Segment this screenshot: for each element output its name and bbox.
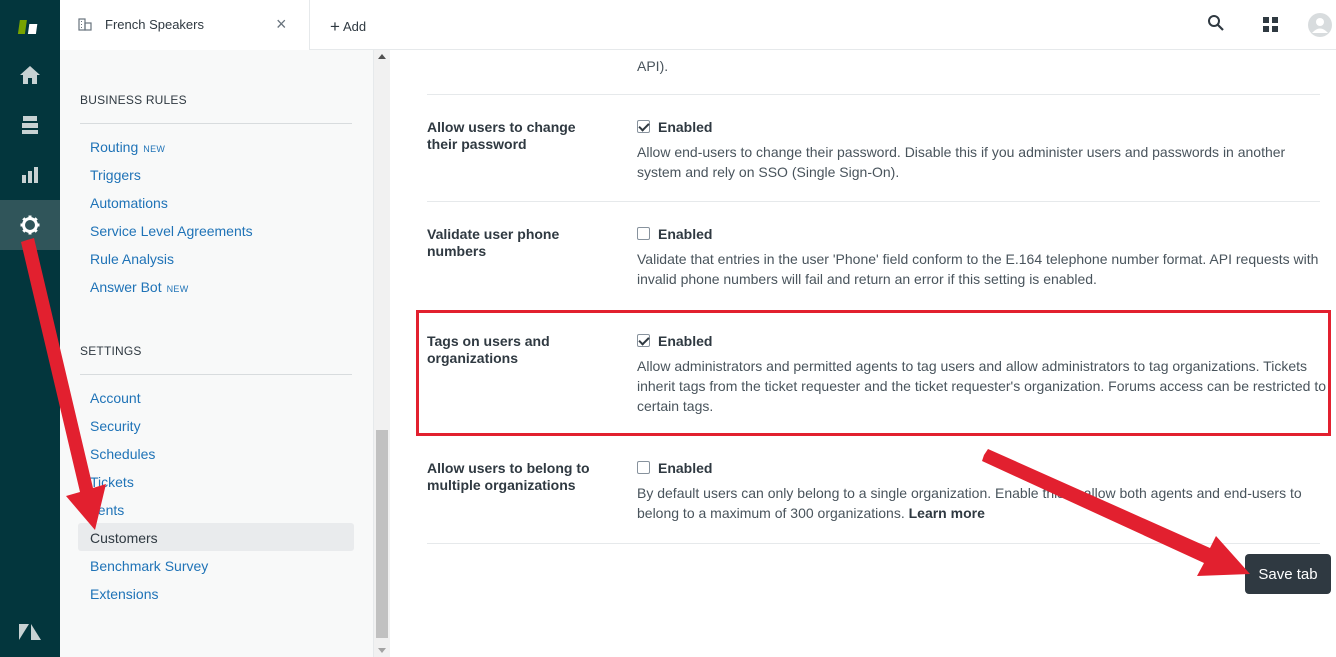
sidebar-item-customers[interactable]: Customers xyxy=(90,530,158,546)
checkbox-label[interactable]: Enabled xyxy=(658,460,712,476)
learn-more-link[interactable]: Learn more xyxy=(909,505,985,521)
sidebar-item-agents[interactable]: gents xyxy=(90,502,124,518)
customers-settings-panel: API). Allow users to change their passwo… xyxy=(390,50,1336,657)
setting-label-change-password: Allow users to change their password xyxy=(427,119,576,152)
close-icon[interactable]: × xyxy=(276,14,287,35)
organization-icon xyxy=(78,17,92,36)
checkbox-label[interactable]: Enabled xyxy=(658,226,712,242)
sidebar-item-answer-bot[interactable]: Answer Bot NEW xyxy=(90,279,189,295)
search-icon[interactable] xyxy=(1207,14,1225,37)
add-tab-button[interactable]: + Add xyxy=(330,16,366,36)
views-icon[interactable] xyxy=(0,100,60,150)
tab-french-speakers[interactable]: French Speakers × xyxy=(60,0,310,50)
setting-label-validate-phone: Validate user phone numbers xyxy=(427,226,560,259)
checkbox-label[interactable]: Enabled xyxy=(658,119,712,135)
divider xyxy=(80,123,352,124)
sidebar-item-schedules[interactable]: Schedules xyxy=(90,446,155,462)
section-title-settings: SETTINGS xyxy=(80,344,142,358)
sidebar-item-label: Answer Bot xyxy=(90,279,162,295)
product-nav xyxy=(0,0,60,657)
truncated-description: API). xyxy=(637,58,669,74)
scroll-up-arrow-icon[interactable] xyxy=(378,54,386,59)
sidebar-scrollbar[interactable] xyxy=(373,50,390,657)
divider xyxy=(80,374,352,375)
divider xyxy=(427,201,1320,202)
sidebar-item-benchmark-survey[interactable]: Benchmark Survey xyxy=(90,558,208,574)
validate-phone-checkbox[interactable] xyxy=(637,227,650,240)
setting-description: By default users can only belong to a si… xyxy=(637,483,1329,523)
sidebar-item-account[interactable]: Account xyxy=(90,390,141,406)
setting-description: Allow end-users to change their password… xyxy=(637,144,1286,180)
sidebar-item-security[interactable]: Security xyxy=(90,418,141,434)
sidebar-item-routing[interactable]: Routing NEW xyxy=(90,139,165,155)
sidebar-item-rule-analysis[interactable]: Rule Analysis xyxy=(90,251,174,267)
sidebar-item-sla[interactable]: Service Level Agreements xyxy=(90,223,253,239)
sidebar-item-label: Routing xyxy=(90,139,139,155)
zendesk-logo-icon[interactable] xyxy=(0,0,60,50)
sidebar-item-extensions[interactable]: Extensions xyxy=(90,586,158,602)
home-icon[interactable] xyxy=(0,50,60,100)
tab-title: French Speakers xyxy=(105,17,204,32)
setting-description: Validate that entries in the user 'Phone… xyxy=(637,251,1319,287)
products-grid-icon[interactable] xyxy=(1263,17,1278,37)
admin-gear-icon[interactable] xyxy=(0,200,60,250)
divider xyxy=(427,543,1320,544)
save-tab-button[interactable]: Save tab xyxy=(1245,554,1331,594)
zendesk-z-icon[interactable] xyxy=(0,607,60,657)
avatar[interactable] xyxy=(1308,13,1332,42)
new-badge: NEW xyxy=(166,284,189,294)
sidebar-item-automations[interactable]: Automations xyxy=(90,195,168,211)
multiple-orgs-checkbox[interactable] xyxy=(637,461,650,474)
change-password-checkbox[interactable] xyxy=(637,120,650,133)
plus-icon: + xyxy=(330,17,340,36)
setting-label-multiple-orgs: Allow users to belong to multiple organi… xyxy=(427,460,590,493)
new-badge: NEW xyxy=(143,144,166,154)
section-title-business-rules: BUSINESS RULES xyxy=(80,93,187,107)
reporting-icon[interactable] xyxy=(0,150,60,200)
admin-sidebar: BUSINESS RULES Routing NEW Triggers Autom… xyxy=(60,50,373,657)
top-header: French Speakers × + Add xyxy=(60,0,1336,50)
sidebar-item-tickets[interactable]: Tickets xyxy=(90,474,134,490)
annotation-highlight-box xyxy=(416,310,1331,436)
scroll-thumb[interactable] xyxy=(376,430,388,638)
divider xyxy=(427,94,1320,95)
scroll-down-arrow-icon[interactable] xyxy=(378,648,386,653)
sidebar-item-triggers[interactable]: Triggers xyxy=(90,167,141,183)
add-label: Add xyxy=(342,19,367,34)
